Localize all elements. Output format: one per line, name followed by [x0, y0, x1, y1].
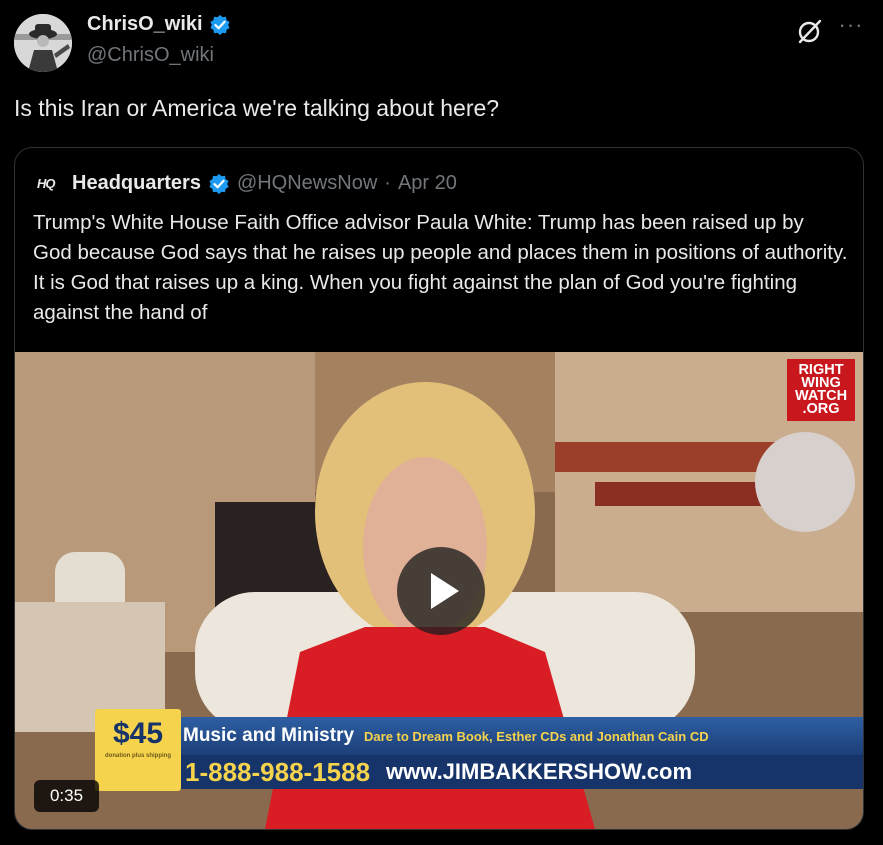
banner-url: www.JIMBAKKERSHOW.com [386, 759, 693, 784]
watermark-logo: RIGHT WING WATCH .ORG [787, 359, 855, 421]
quoted-tweet-header: HQ Headquarters @HQNewsNow · Apr 20 [37, 172, 457, 195]
banner-phone: 1-888-988-1588 [185, 756, 371, 787]
play-button[interactable] [397, 547, 485, 635]
profile-photo-icon [14, 14, 72, 72]
avatar[interactable] [14, 14, 72, 72]
video-player[interactable]: RIGHT WING WATCH .ORG Music and Ministry… [15, 352, 863, 829]
verified-badge-icon [209, 14, 231, 36]
tweet-text: Is this Iran or America we're talking ab… [14, 95, 500, 121]
lower-third-banner: Music and Ministry Dare to Dream Book, E… [15, 709, 863, 791]
quoted-author-handle[interactable]: @HQNewsNow [237, 172, 377, 195]
price-fine-print: donation plus shipping [105, 753, 171, 759]
banner-top: Music and Ministry Dare to Dream Book, E… [175, 717, 863, 755]
author-handle[interactable]: @ChrisO_wiki [87, 44, 214, 67]
price-badge: $45 donation plus shipping [95, 709, 181, 791]
quoted-tweet-card[interactable]: HQ Headquarters @HQNewsNow · Apr 20 Trum… [14, 147, 864, 830]
verified-badge-icon [208, 173, 230, 195]
more-icon: ··· [838, 12, 864, 37]
grok-button[interactable] [795, 16, 825, 46]
quoted-tweet-date[interactable]: Apr 20 [398, 172, 457, 195]
quoted-tweet-text: Trump's White House Faith Office advisor… [33, 211, 848, 324]
author-name-row[interactable]: ChrisO_wiki [87, 13, 231, 36]
more-options-button[interactable]: ··· [836, 14, 866, 44]
banner-bottom: 1-888-988-1588 www.JIMBAKKERSHOW.com [175, 755, 863, 789]
quoted-author-name[interactable]: Headquarters [72, 172, 201, 195]
quoted-avatar[interactable]: HQ [37, 176, 65, 191]
watermark-line-4: .ORG [802, 401, 840, 417]
grok-icon [798, 19, 822, 44]
video-duration: 0:35 [34, 780, 99, 812]
banner-main-text: Music and Ministry [183, 725, 355, 746]
author-name[interactable]: ChrisO_wiki [87, 13, 203, 36]
banner-sub-text: Dare to Dream Book, Esther CDs and Jonat… [364, 728, 709, 744]
meta-separator: · [384, 172, 391, 194]
price-text: $45 [112, 717, 164, 750]
